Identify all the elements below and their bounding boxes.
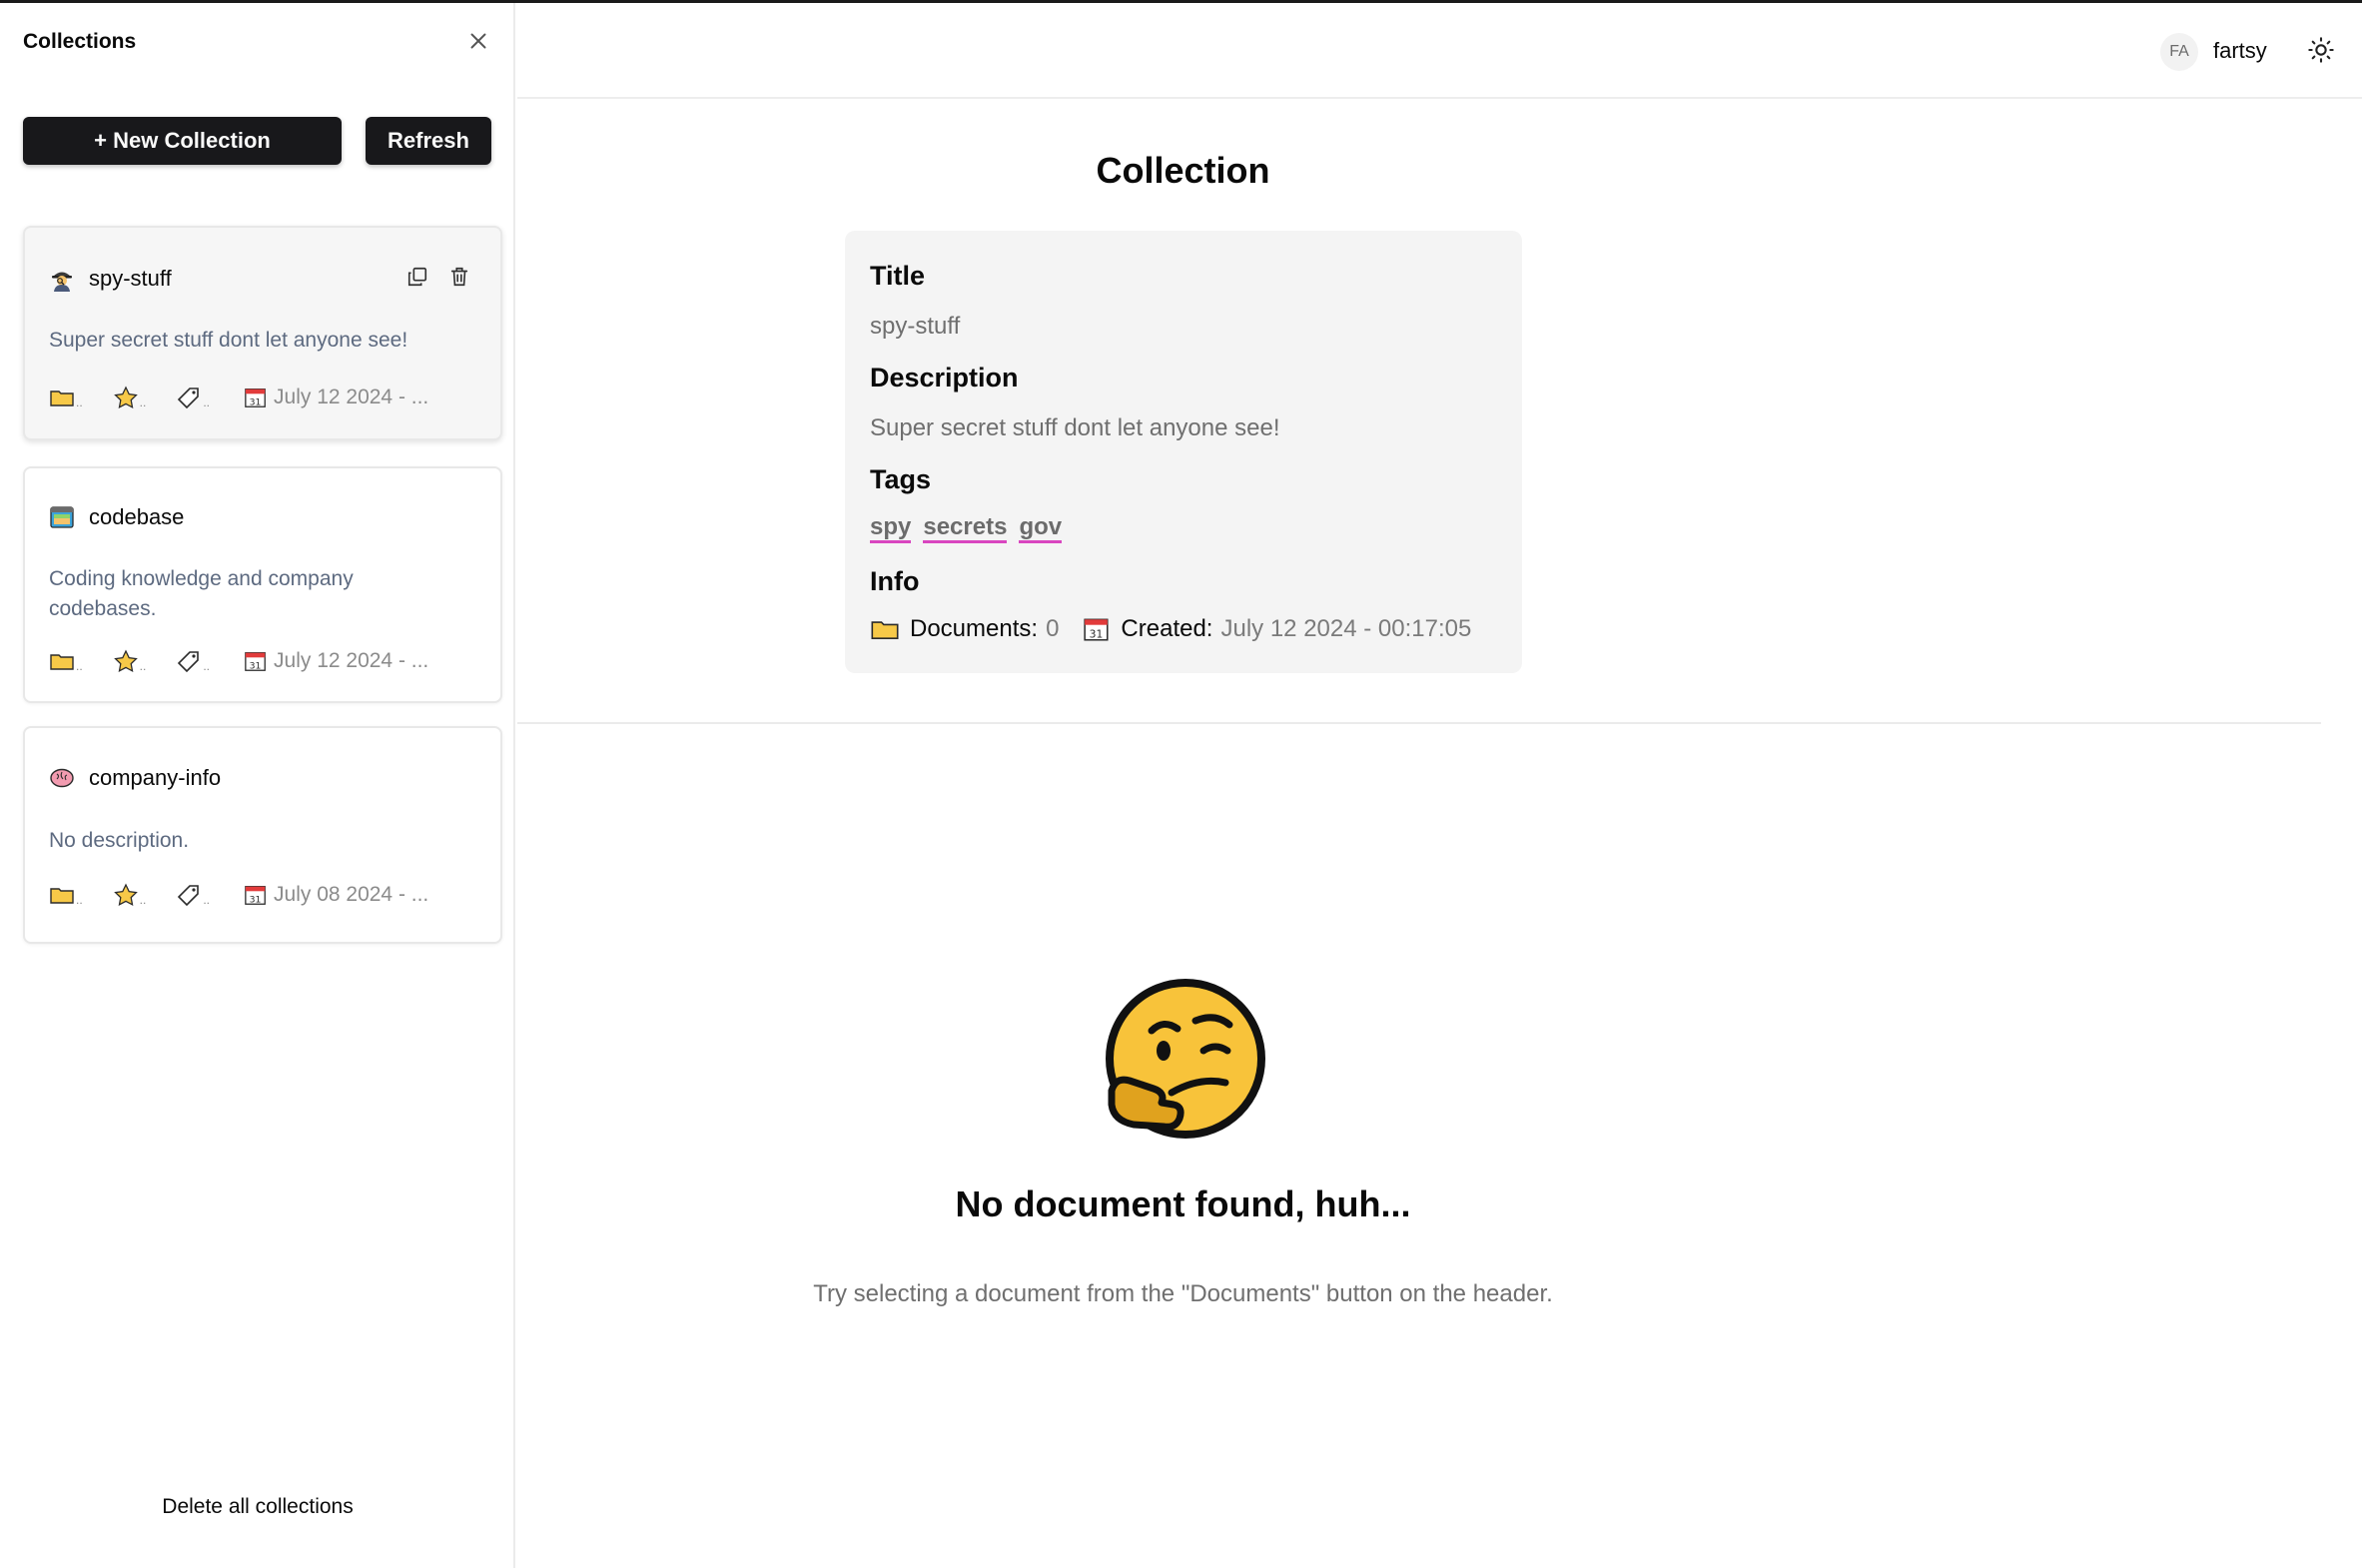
tag-list: spy secrets gov	[870, 514, 1063, 543]
tag-icon	[178, 885, 200, 907]
thinking-face-icon	[1106, 979, 1265, 1139]
tag-secrets[interactable]: secrets	[923, 514, 1008, 543]
title-label: Title	[870, 261, 926, 291]
close-icon[interactable]	[465, 28, 491, 54]
svg-text:31: 31	[250, 660, 262, 671]
description-value: Super secret stuff dont let anyone see!	[870, 414, 1280, 441]
new-collection-button[interactable]: + New Collection	[23, 117, 342, 165]
collection-description: Super secret stuff dont let anyone see!	[49, 329, 408, 352]
collection-date: July 08 2024 - ...	[274, 883, 429, 906]
star-icon	[113, 883, 138, 906]
username[interactable]: fartsy	[2213, 38, 2267, 64]
empty-state-title: No document found, huh...	[955, 1183, 1411, 1224]
trash-icon[interactable]	[448, 266, 470, 288]
created-value: July 12 2024 - 00:17:05	[1220, 615, 1472, 642]
sun-icon[interactable]	[2307, 36, 2335, 64]
computer-window-icon	[50, 506, 74, 528]
collection-heading: Collection	[1096, 150, 1270, 191]
collection-name: spy-stuff	[89, 266, 172, 291]
svg-text:31: 31	[250, 894, 262, 905]
star-icon	[113, 649, 138, 672]
tag-icon	[178, 388, 200, 409]
collection-name: company-info	[89, 765, 222, 790]
avatar[interactable]: FA	[2160, 33, 2198, 71]
collection-card-spy-stuff[interactable]: spy-stuff Super secret stuff dont let an…	[23, 226, 502, 440]
folder-icon	[50, 654, 74, 670]
documents-count: 0	[1046, 615, 1060, 642]
calendar-icon: 31	[245, 886, 266, 905]
top-header	[517, 3, 2362, 99]
sidebar-title: Collections	[23, 30, 137, 53]
collection-description: No description.	[49, 829, 190, 852]
star-icon	[113, 386, 138, 408]
collection-card-company-info[interactable]: company-info No description. .. .. .. 31…	[23, 726, 502, 944]
folder-icon	[50, 391, 74, 406]
section-divider	[517, 722, 2321, 724]
collection-name: codebase	[89, 504, 185, 529]
created-label: Created:	[1121, 615, 1213, 642]
folder-icon	[50, 888, 74, 904]
tag-icon	[178, 651, 200, 673]
svg-text:31: 31	[250, 396, 262, 407]
collections-sidebar: Collections + New Collection Refresh spy…	[0, 3, 515, 1568]
copy-icon[interactable]	[406, 266, 428, 288]
tag-spy[interactable]: spy	[870, 514, 912, 543]
refresh-button[interactable]: Refresh	[366, 117, 491, 165]
svg-text:31: 31	[1090, 628, 1104, 641]
brain-icon	[50, 768, 74, 788]
collection-date: July 12 2024 - ...	[274, 649, 429, 672]
calendar-icon: 31	[1084, 618, 1109, 641]
collection-card-codebase[interactable]: codebase Coding knowledge and company co…	[23, 466, 502, 703]
tag-gov[interactable]: gov	[1019, 514, 1063, 543]
calendar-icon: 31	[245, 652, 266, 671]
documents-label: Documents:	[910, 615, 1039, 642]
folder-icon	[871, 621, 899, 640]
calendar-icon: 31	[245, 389, 266, 407]
title-value: spy-stuff	[870, 313, 961, 340]
empty-state-subtitle: Try selecting a document from the "Docum…	[813, 1280, 1553, 1307]
collection-description: Coding knowledge and company codebases.	[49, 567, 354, 620]
collection-date: July 12 2024 - ...	[274, 386, 429, 408]
description-label: Description	[870, 363, 1019, 392]
collection-info-card: Title spy-stuff Description Super secret…	[845, 231, 1522, 673]
delete-all-collections-button[interactable]: Delete all collections	[0, 1495, 515, 1519]
info-row: Documents: 0 31 Created: July 12 2024 - …	[870, 615, 1471, 643]
tags-label: Tags	[870, 464, 932, 494]
detective-icon	[52, 272, 72, 292]
info-label: Info	[870, 566, 920, 596]
